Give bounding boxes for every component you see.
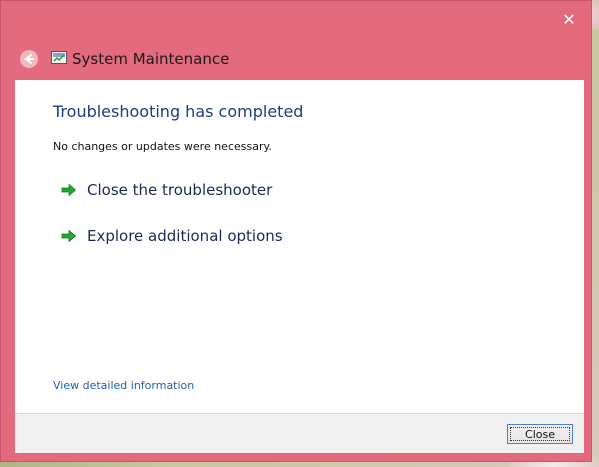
window-close-button[interactable]: ✕	[553, 10, 585, 32]
explore-options-link[interactable]: Explore additional options	[61, 227, 283, 245]
window-title: System Maintenance	[72, 50, 230, 68]
page-heading: Troubleshooting has completed	[53, 102, 304, 121]
status-message: No changes or updates were necessary.	[53, 140, 272, 153]
content-panel: Troubleshooting has completed No changes…	[15, 80, 584, 413]
green-arrow-icon	[61, 229, 77, 243]
close-button[interactable]: Close	[507, 424, 573, 444]
back-button[interactable]	[20, 50, 38, 68]
back-arrow-icon	[25, 54, 34, 64]
view-detailed-information-link[interactable]: View detailed information	[53, 379, 194, 392]
explore-options-label: Explore additional options	[87, 227, 283, 245]
green-arrow-icon	[61, 183, 77, 197]
close-troubleshooter-label: Close the troubleshooter	[87, 181, 273, 199]
close-troubleshooter-link[interactable]: Close the troubleshooter	[61, 181, 272, 199]
troubleshooter-window: ✕ System Maintenance Troubleshooting has…	[0, 0, 592, 462]
maintenance-icon	[51, 51, 67, 64]
footer-bar: Close	[15, 413, 584, 453]
